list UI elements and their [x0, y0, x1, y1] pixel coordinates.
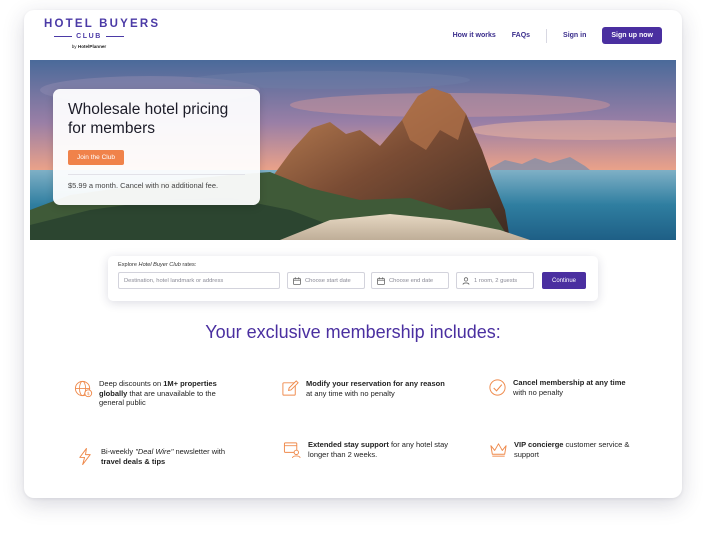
svg-text:$: $ [87, 391, 90, 397]
nav-faqs[interactable]: FAQs [512, 32, 530, 39]
calendar-icon [377, 276, 385, 285]
person-icon [462, 276, 470, 285]
sign-in-link[interactable]: Sign in [563, 32, 586, 39]
calendar-person-icon [283, 442, 301, 459]
feature-discounts: $ Deep discounts on 1M+ properties globa… [74, 379, 234, 408]
globe-dollar-icon: $ [74, 380, 93, 397]
continue-button[interactable]: Continue [542, 272, 586, 289]
guests-selector[interactable]: 1 room, 2 guests [456, 272, 534, 289]
nav-how-it-works[interactable]: How it works [453, 32, 496, 39]
join-club-button[interactable]: Join the Club [68, 150, 124, 165]
lightning-icon [79, 447, 91, 466]
logo[interactable]: HOTEL BUYERS CLUB by HotelPlanner [44, 18, 161, 49]
hero-divider [68, 174, 245, 175]
sign-up-button[interactable]: Sign up now [602, 27, 662, 44]
feature-extended-stay: Extended stay support for any hotel stay… [283, 440, 458, 459]
feature-vip: VIP concierge customer service & support [489, 440, 639, 459]
logo-club: CLUB [76, 33, 102, 40]
search-label: Explore Hotel Buyer Club rates: [118, 262, 197, 268]
hero-banner: Wholesale hotel pricing for members Join… [30, 60, 676, 240]
rate-search-panel: Explore Hotel Buyer Club rates: Destinat… [108, 256, 598, 301]
logo-title: HOTEL BUYERS [44, 18, 161, 30]
calendar-icon [293, 276, 301, 285]
end-date-field[interactable]: Choose end date [371, 272, 449, 289]
start-date-field[interactable]: Choose start date [287, 272, 365, 289]
nav-divider [546, 28, 548, 43]
header: HOTEL BUYERS CLUB by HotelPlanner How it… [24, 10, 682, 60]
check-circle-icon [489, 379, 506, 396]
feature-newsletter: Bi-weekly "Deal Wire" newsletter with tr… [76, 447, 236, 466]
hero-title: Wholesale hotel pricing for members [68, 101, 229, 137]
top-nav: How it works FAQs Sign in Sign up now [453, 27, 662, 44]
hero-card: Wholesale hotel pricing for members Join… [53, 89, 260, 205]
feature-cancel: Cancel membership at any time with no pe… [488, 378, 648, 397]
edit-icon [282, 380, 299, 396]
feature-modify: Modify your reservation for any reason a… [281, 379, 451, 398]
hero-price-note: $5.99 a month. Cancel with no additional… [68, 181, 219, 190]
page-card: HOTEL BUYERS CLUB by HotelPlanner How it… [24, 10, 682, 498]
logo-byline: by HotelPlanner [71, 44, 107, 49]
crown-icon [490, 443, 507, 457]
membership-heading: Your exclusive membership includes: [205, 322, 501, 342]
destination-input[interactable]: Destination, hotel landmark or address [118, 272, 280, 289]
